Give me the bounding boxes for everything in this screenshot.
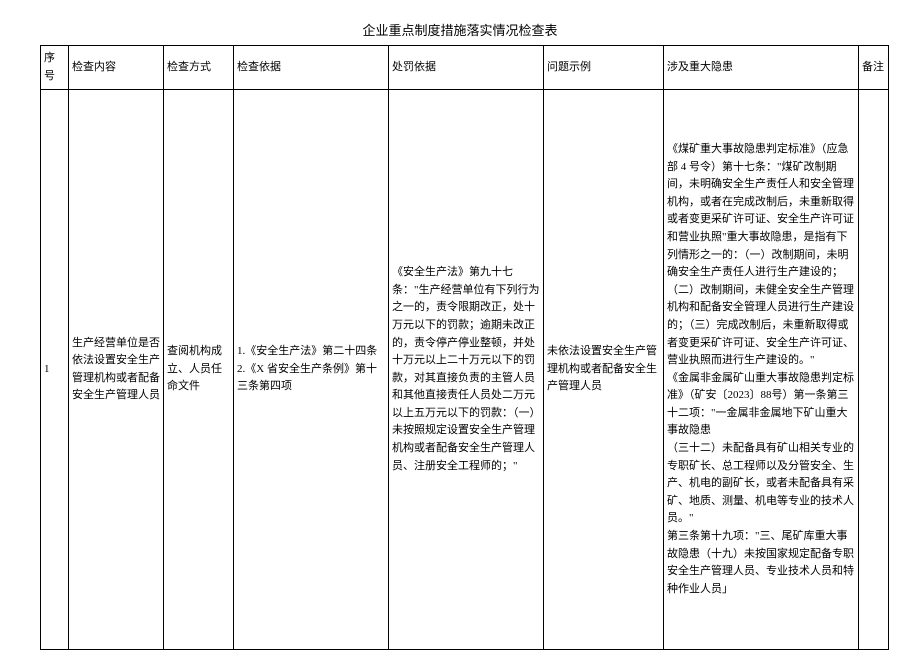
- header-method: 检查方式: [164, 46, 234, 90]
- header-seq: 序号: [41, 46, 69, 90]
- cell-seq: 1: [41, 90, 69, 650]
- table-row: 1 生产经营单位是否依法设置安全生产管理机构或者配备安全生产管理人员 查阅机构成…: [41, 90, 889, 650]
- cell-penalty: 《安全生产法》第九十七条："生产经营单位有下列行为之一的，责令限期改正，处十万元…: [389, 90, 544, 650]
- header-basis: 检查依据: [234, 46, 389, 90]
- table-header-row: 序号 检查内容 检查方式 检查依据 处罚依据 问题示例 涉及重大隐患 备注: [41, 46, 889, 90]
- header-penalty: 处罚依据: [389, 46, 544, 90]
- header-example: 问题示例: [544, 46, 664, 90]
- header-remark: 备注: [859, 46, 889, 90]
- cell-content: 生产经营单位是否依法设置安全生产管理机构或者配备安全生产管理人员: [69, 90, 164, 650]
- inspection-table: 序号 检查内容 检查方式 检查依据 处罚依据 问题示例 涉及重大隐患 备注 1 …: [40, 45, 889, 650]
- header-hazard: 涉及重大隐患: [664, 46, 859, 90]
- cell-basis: 1.《安全生产法》第二十四条 2.《X 省安全生产条例》第十三条第四项: [234, 90, 389, 650]
- cell-remark: [859, 90, 889, 650]
- cell-method: 查阅机构成立、人员任命文件: [164, 90, 234, 650]
- header-content: 检查内容: [69, 46, 164, 90]
- page-title: 企业重点制度措施落实情况检查表: [40, 20, 880, 39]
- cell-hazard: 《煤矿重大事故隐患判定标准》（应急部 4 号令）第十七条："煤矿改制期间，未明确…: [664, 90, 859, 650]
- cell-example: 未依法设置安全生产管理机构或者配备安全生产管理人员: [544, 90, 664, 650]
